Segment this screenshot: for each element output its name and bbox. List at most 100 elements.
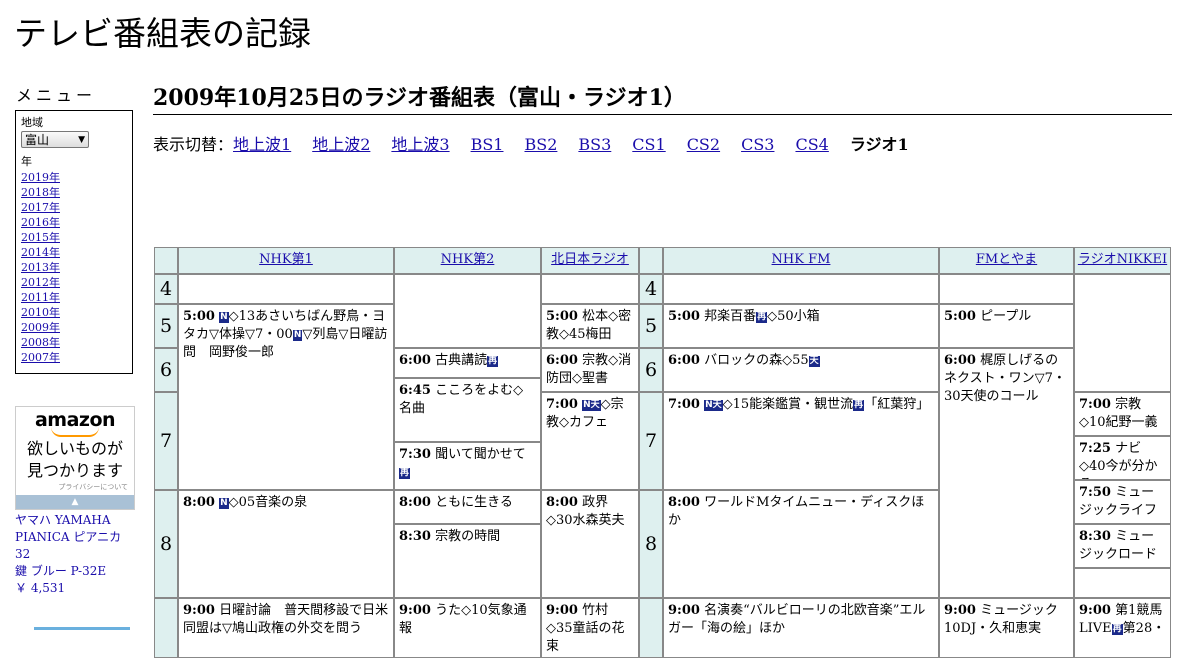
year-item: 2016年: [21, 215, 127, 230]
program-badge: 再: [399, 468, 411, 479]
year-item: 2009年: [21, 320, 127, 335]
view-switch-link[interactable]: 地上波2: [312, 135, 370, 154]
program-time: 5:00: [183, 309, 215, 324]
year-link[interactable]: 2015年: [21, 231, 60, 244]
ad-privacy-link[interactable]: プライバシーについて: [16, 482, 134, 492]
menu-heading: メニュー: [16, 86, 97, 105]
program-time: 6:00: [546, 353, 578, 368]
program-badge: 天: [808, 356, 820, 367]
year-link[interactable]: 2008年: [21, 336, 60, 349]
program-cell[interactable]: 9:00 竹村◇35童話の花束: [541, 598, 639, 658]
program-cell[interactable]: 8:30 宗教の時間: [394, 524, 541, 598]
region-select-value: 富山: [25, 133, 50, 147]
program-time: 7:00: [668, 397, 700, 412]
year-item: 2018年: [21, 185, 127, 200]
hour-label: [154, 598, 178, 658]
channel-link[interactable]: NHK第1: [259, 252, 313, 267]
program-time: 7:25: [1079, 441, 1111, 456]
year-link[interactable]: 2009年: [21, 321, 60, 334]
channel-link[interactable]: ラジオNIKKEI: [1078, 252, 1167, 267]
view-switch-link[interactable]: CS1: [632, 135, 665, 154]
amazon-logo: amazon: [34, 409, 116, 431]
view-switcher-current: ラジオ1: [849, 135, 909, 154]
program-time: 5:00: [944, 309, 976, 324]
view-switch-link[interactable]: CS4: [795, 135, 828, 154]
hour-label: [639, 598, 663, 658]
program-cell[interactable]: 5:00 松本◇密教◇45梅田: [541, 304, 639, 348]
program-time: 8:00: [183, 495, 215, 510]
year-link[interactable]: 2014年: [21, 246, 60, 259]
year-link[interactable]: 2018年: [21, 186, 60, 199]
program-cell[interactable]: 6:00 バロックの森◇55天: [663, 348, 939, 392]
product-price: ￥ 4,531: [15, 581, 66, 595]
product-name-line2: PIANICA ピアニカ 32: [15, 530, 122, 561]
year-list: 2019年 2018年 2017年 2016年 2015年 2014年 2013年 2012年…: [21, 170, 127, 365]
year-link[interactable]: 2017年: [21, 201, 60, 214]
program-cell[interactable]: 8:00 N◇05音楽の泉: [178, 490, 394, 598]
program-cell[interactable]: 9:00 日曜討論 普天間移設で日米同盟は▽鳩山政権の外交を問う: [178, 598, 394, 658]
program-cell[interactable]: 6:00 宗教◇消防団◇聖書: [541, 348, 639, 392]
menu-box: 地域 富山 ▼ 年 2019年 2018年 2017年 2016年 2015年 2014年…: [15, 110, 133, 374]
program-cell[interactable]: 5:00 N◇13あさいちばん野鳥・ヨタカ▽体操▽7・00N▽列島▽日曜訪問 岡…: [178, 304, 394, 490]
program-badge: 再: [756, 312, 768, 323]
program-cell[interactable]: 9:00 第1競馬LIVE再第28・: [1074, 598, 1171, 658]
year-link[interactable]: 2012年: [21, 276, 60, 289]
program-cell[interactable]: 7:00 N天◇15能楽鑑賞・観世流再「紅葉狩」: [663, 392, 939, 490]
year-link[interactable]: 2011年: [21, 291, 60, 304]
channel-link[interactable]: 北日本ラジオ: [551, 252, 629, 267]
year-link[interactable]: 2016年: [21, 216, 60, 229]
program-cell[interactable]: 8:30 ミュージックロード: [1074, 524, 1171, 568]
program-time: 7:00: [1079, 397, 1111, 412]
program-cell[interactable]: 9:00 ミュージック10DJ・久和恵実: [939, 598, 1074, 658]
product-name-line3: 鍵 ブルー P-32E: [15, 564, 107, 578]
hour-label: 6: [639, 348, 663, 392]
amazon-ad-banner[interactable]: amazon 欲しいものが 見つかります プライバシーについて ▲: [15, 406, 135, 510]
program-cell[interactable]: 7:00 N天◇宗教◇カフェ: [541, 392, 639, 490]
program-cell[interactable]: 5:00 邦楽百番再◇50小箱: [663, 304, 939, 348]
program-cell[interactable]: 8:00 政界◇30水森英夫: [541, 490, 639, 598]
view-switch-link[interactable]: BS2: [524, 135, 557, 154]
program-cell[interactable]: 7:25 ナビ◇40今が分かる: [1074, 436, 1171, 480]
program-cell[interactable]: 8:00 ワールドMタイムニュー・ディスクほか: [663, 490, 939, 598]
view-switch-link[interactable]: 地上波1: [233, 135, 291, 154]
program-cell[interactable]: 6:00 梶原しげるのネクスト・ワン▽7・30天使のコール: [939, 348, 1074, 598]
year-link[interactable]: 2010年: [21, 306, 60, 319]
channel-link[interactable]: NHK FM: [772, 252, 831, 267]
chevron-down-icon: ▼: [78, 134, 85, 145]
view-switch-link[interactable]: CS2: [687, 135, 720, 154]
ad-scroll-up-icon[interactable]: ▲: [16, 495, 134, 509]
program-cell[interactable]: 6:45 こころをよむ◇名曲: [394, 378, 541, 442]
program-cell[interactable]: 9:00 うた◇10気象通報: [394, 598, 541, 658]
view-switch-link[interactable]: BS3: [578, 135, 611, 154]
program-cell[interactable]: 7:00 宗教◇10紀野一義再: [1074, 392, 1171, 436]
program-title: ピープル: [980, 309, 1032, 324]
view-switcher: 表示切替：地上波1 地上波2 地上波3 BS1 BS2 BS3 CS1 CS2 CS3 CS4 ラジ…: [153, 135, 909, 155]
hour-label: 6: [154, 348, 178, 392]
program-cell[interactable]: 7:50 ミュージックライフ: [1074, 480, 1171, 524]
region-select[interactable]: 富山 ▼: [21, 131, 89, 148]
channel-link[interactable]: NHK第2: [441, 252, 495, 267]
program-badge: N: [219, 498, 229, 509]
program-time: 8:00: [399, 495, 431, 510]
year-link[interactable]: 2007年: [21, 351, 60, 364]
program-cell[interactable]: 9:00 名演奏“バルビローリの北欧音楽”エルガー「海の絵」ほか: [663, 598, 939, 658]
year-link[interactable]: 2013年: [21, 261, 60, 274]
program-cell[interactable]: 6:00 古典講読再: [394, 348, 541, 378]
year-item: 2015年: [21, 230, 127, 245]
hour-label: 8: [639, 490, 663, 598]
program-cell[interactable]: 7:30 聞いて聞かせて再: [394, 442, 541, 490]
program-title: 邦楽百番: [704, 309, 757, 324]
year-link[interactable]: 2019年: [21, 171, 60, 184]
view-switch-link[interactable]: BS1: [471, 135, 504, 154]
view-switch-link[interactable]: 地上波3: [391, 135, 449, 154]
view-switch-link[interactable]: CS3: [741, 135, 774, 154]
program-cell[interactable]: 8:00 ともに生きる: [394, 490, 541, 524]
site-title: テレビ番組表の記録: [14, 14, 311, 53]
year-item: 2007年: [21, 350, 127, 365]
region-label: 地域: [21, 116, 43, 129]
program-cell[interactable]: 5:00 ピープル: [939, 304, 1074, 348]
ad-product-link[interactable]: ヤマハ YAMAHA PIANICA ピアニカ 32 鍵 ブルー P-32E ￥…: [15, 512, 135, 597]
program-time: 7:30: [399, 447, 431, 462]
program-badge: 再: [853, 400, 865, 411]
channel-link[interactable]: FMとやま: [976, 252, 1037, 267]
